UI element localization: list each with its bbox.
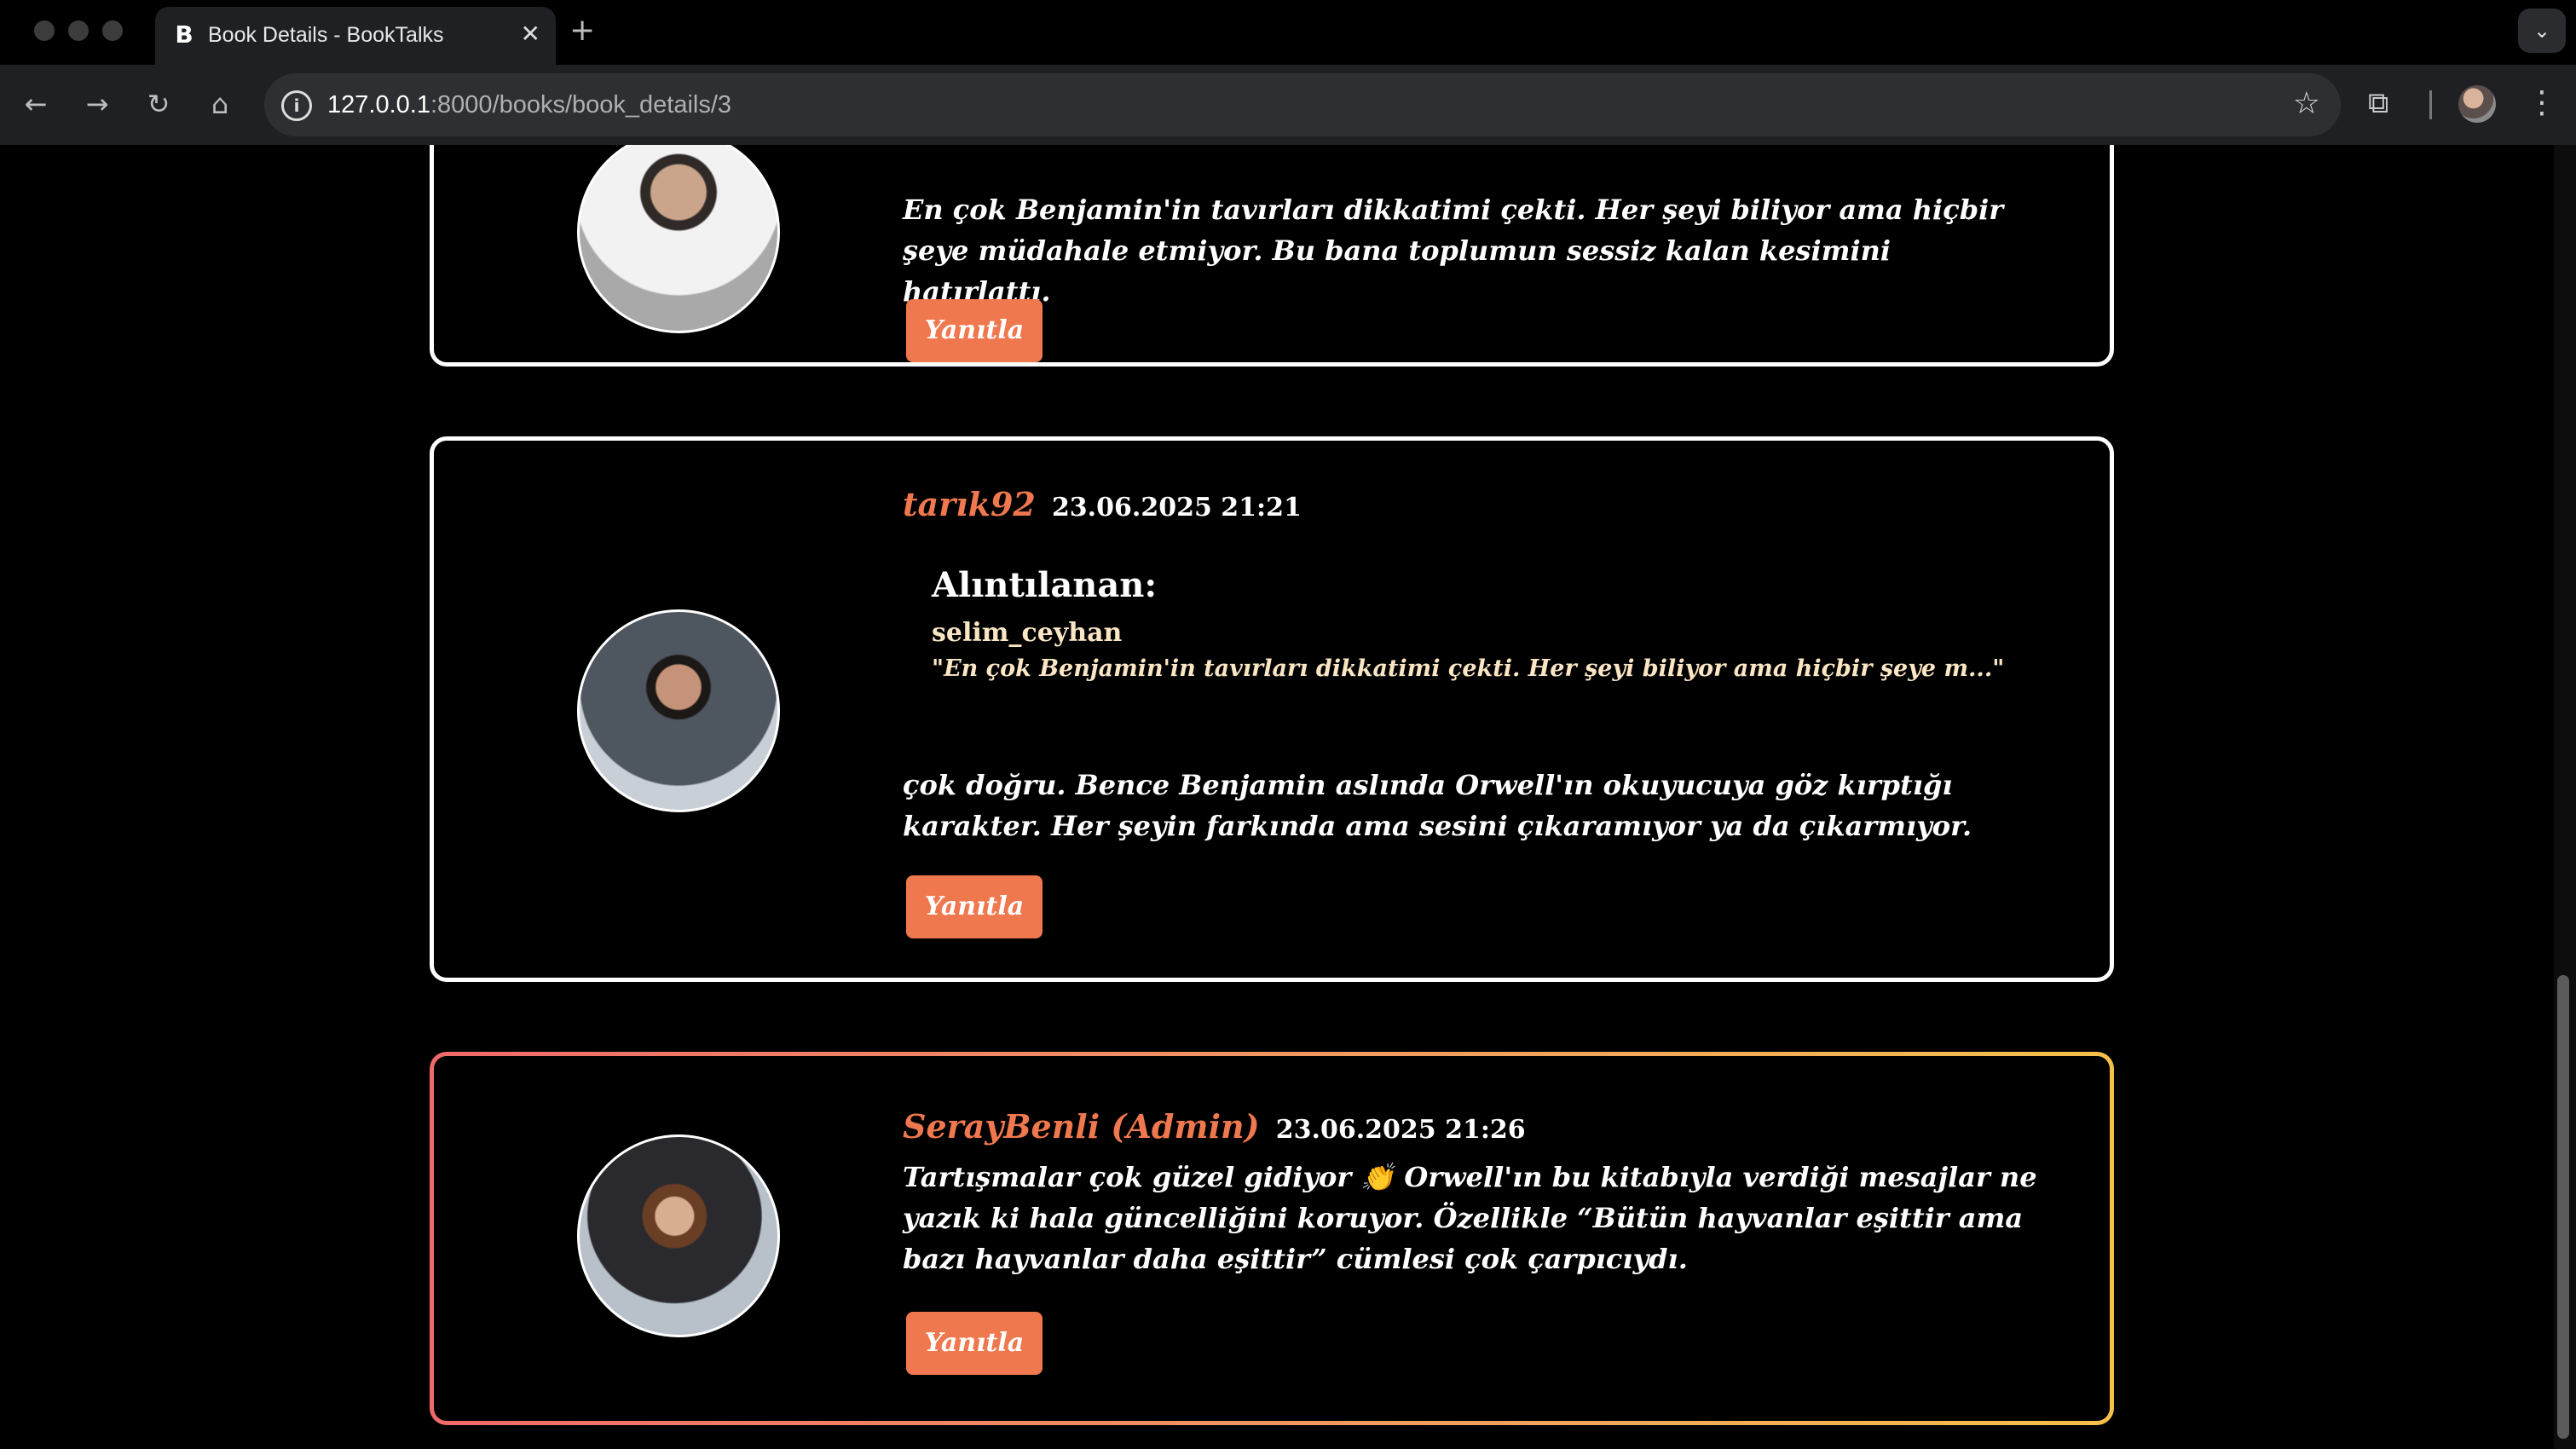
minimize-window-icon[interactable] [68, 20, 89, 41]
comment-meta: SerayBenli (Admin) 23.06.2025 21:26 [903, 1107, 1526, 1146]
reply-button[interactable]: Yanıtla [906, 875, 1043, 938]
comment-card: En çok Benjamin'in tavırları dikkatimi ç… [430, 145, 2114, 367]
comment-text: çok doğru. Bence Benjamin aslında Orwell… [903, 769, 1972, 842]
tab-search-chevron-icon[interactable]: ⌄ [2518, 9, 2566, 53]
extensions-puzzle-icon[interactable]: ⧉ [2368, 84, 2388, 123]
bookmark-star-icon[interactable]: ☆ [2293, 87, 2320, 121]
close-tab-icon[interactable]: ✕ [521, 20, 540, 48]
quoted-comment: Alıntılanan: selim_ceyhan "En çok Benjam… [932, 565, 2004, 684]
close-window-icon[interactable] [34, 20, 55, 41]
reload-icon[interactable]: ↻ [140, 85, 177, 123]
reply-button[interactable]: Yanıtla [906, 299, 1043, 362]
browser-tab-active[interactable]: B Book Details - BookTalks ✕ [155, 7, 556, 65]
back-arrow-icon[interactable]: ← [17, 85, 55, 123]
user-avatar [577, 1134, 780, 1337]
comment-text: En çok Benjamin'in tavırları dikkatimi ç… [903, 193, 2004, 308]
comment-timestamp: 23.06.2025 21:21 [1051, 493, 1302, 522]
maximize-window-icon[interactable] [102, 20, 123, 41]
booktalks-favicon-icon: B [175, 20, 193, 49]
tab-title: Book Details - BookTalks [208, 23, 444, 47]
comment-username[interactable]: tarık92 [903, 485, 1036, 523]
quote-username: selim_ceyhan [932, 618, 1123, 648]
browser-menu-icon[interactable]: ⋮ [2527, 82, 2557, 124]
url-host: 127.0.0.1 [327, 91, 430, 118]
quote-heading: Alıntılanan: [932, 565, 1158, 605]
new-tab-icon[interactable]: + [569, 14, 595, 48]
profile-avatar-icon[interactable] [2458, 85, 2496, 123]
site-info-icon[interactable]: i [281, 90, 312, 121]
user-avatar [577, 609, 780, 812]
comment-timestamp: 23.06.2025 21:26 [1275, 1115, 1526, 1145]
url-text[interactable]: 127.0.0.1:8000/books/book_details/3 [327, 90, 731, 119]
reply-button[interactable]: Yanıtla [906, 1312, 1043, 1375]
forward-arrow-icon[interactable]: → [78, 85, 116, 123]
comment-meta: tarık92 23.06.2025 21:21 [903, 485, 1302, 523]
toolbar-divider [2429, 90, 2432, 119]
home-icon[interactable]: ⌂ [201, 85, 239, 123]
browser-toolbar: ← → ↻ ⌂ i 127.0.0.1:8000/books/book_deta… [0, 65, 2576, 145]
admin-comment-card: SerayBenli (Admin) 23.06.2025 21:26 Tart… [430, 1052, 2114, 1425]
comment-text: Tartışmalar çok güzel gidiyor 👏 Orwell'ı… [903, 1161, 2037, 1275]
quote-text: "En çok Benjamin'in tavırları dikkatimi … [932, 655, 2005, 682]
url-path: :8000/books/book_details/3 [430, 91, 732, 118]
comment-username[interactable]: SerayBenli (Admin) [903, 1107, 1260, 1146]
address-bar[interactable]: i 127.0.0.1:8000/books/book_details/3 ☆ [264, 73, 2341, 136]
scrollbar-thumb[interactable] [2557, 975, 2569, 1439]
comment-card: tarık92 23.06.2025 21:21 Alıntılanan: se… [430, 436, 2114, 982]
page-viewport: En çok Benjamin'in tavırları dikkatimi ç… [0, 145, 2576, 1449]
tab-bar: B Book Details - BookTalks ✕ + ⌄ [0, 0, 2576, 65]
user-avatar [577, 145, 780, 333]
